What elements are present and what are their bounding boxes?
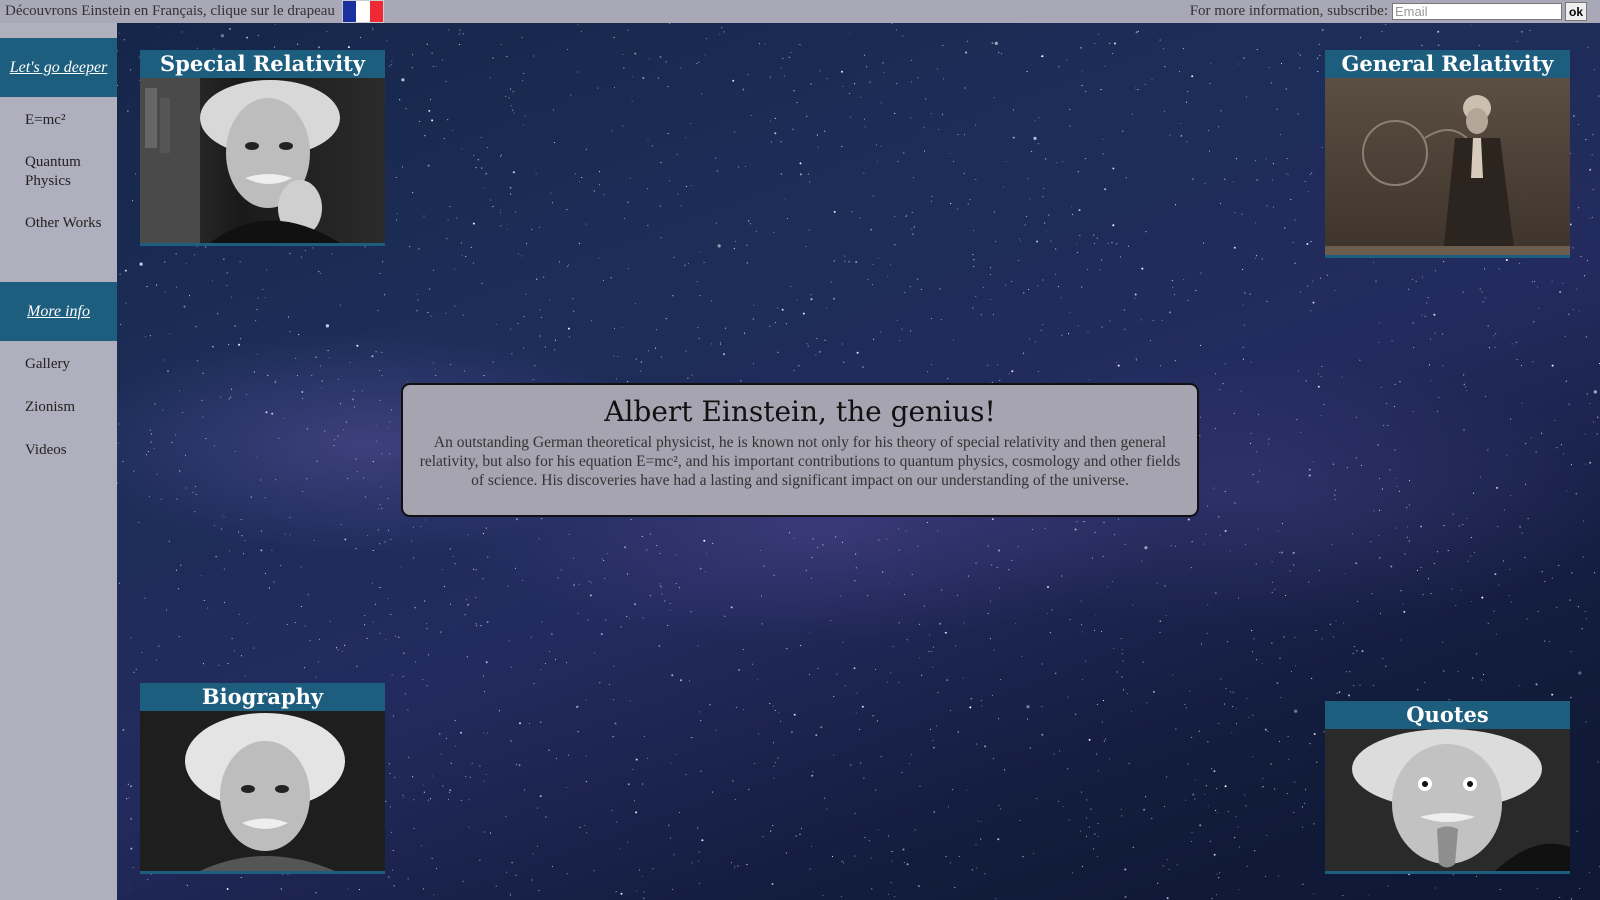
more-info-link[interactable]: More info <box>27 303 90 321</box>
sidebar-item-emc2[interactable]: E=mc² <box>25 111 110 130</box>
sidebar-item-gallery[interactable]: Gallery <box>25 355 110 374</box>
sidebar-header-more-info: More info <box>0 282 117 341</box>
subscribe-ok-button[interactable]: ok <box>1564 2 1587 21</box>
special-relativity-title: Special Relativity <box>140 50 385 78</box>
sidebar-item-other-works[interactable]: Other Works <box>25 214 110 233</box>
biography-card[interactable]: Biography <box>140 683 385 874</box>
sidebar-item-zionism[interactable]: Zionism <box>25 398 110 417</box>
einstein-portrait-photo <box>140 78 385 243</box>
biography-title: Biography <box>140 683 385 711</box>
lets-go-deeper-link[interactable]: Let's go deeper <box>10 59 108 77</box>
page-title: Albert Einstein, the genius! <box>604 395 996 428</box>
top-bar: Découvrons Einstein en Français, clique … <box>0 0 1600 23</box>
einstein-blackboard-photo <box>1325 78 1570 255</box>
email-input[interactable] <box>1391 3 1562 20</box>
general-relativity-title: General Relativity <box>1325 50 1570 78</box>
subscribe-label: For more information, subscribe: <box>1189 3 1388 19</box>
einstein-tongue-photo <box>1325 729 1570 871</box>
intro-description: An outstanding German theoretical physic… <box>419 434 1181 489</box>
french-flag-icon[interactable] <box>341 0 384 23</box>
einstein-biography-photo <box>140 711 385 871</box>
french-version-text: Découvrons Einstein en Français, clique … <box>5 3 335 19</box>
sidebar-item-quantum-physics[interactable]: Quantum Physics <box>25 153 110 191</box>
quotes-title: Quotes <box>1325 701 1570 729</box>
intro-box: Albert Einstein, the genius! An outstand… <box>401 383 1199 517</box>
sidebar-header-deeper: Let's go deeper <box>0 38 117 97</box>
sidebar-item-videos[interactable]: Videos <box>25 441 110 460</box>
general-relativity-card[interactable]: General Relativity <box>1325 50 1570 258</box>
sidebar: Let's go deeper E=mc² Quantum Physics Ot… <box>0 23 117 900</box>
quotes-card[interactable]: Quotes <box>1325 701 1570 874</box>
special-relativity-card[interactable]: Special Relativity <box>140 50 385 246</box>
